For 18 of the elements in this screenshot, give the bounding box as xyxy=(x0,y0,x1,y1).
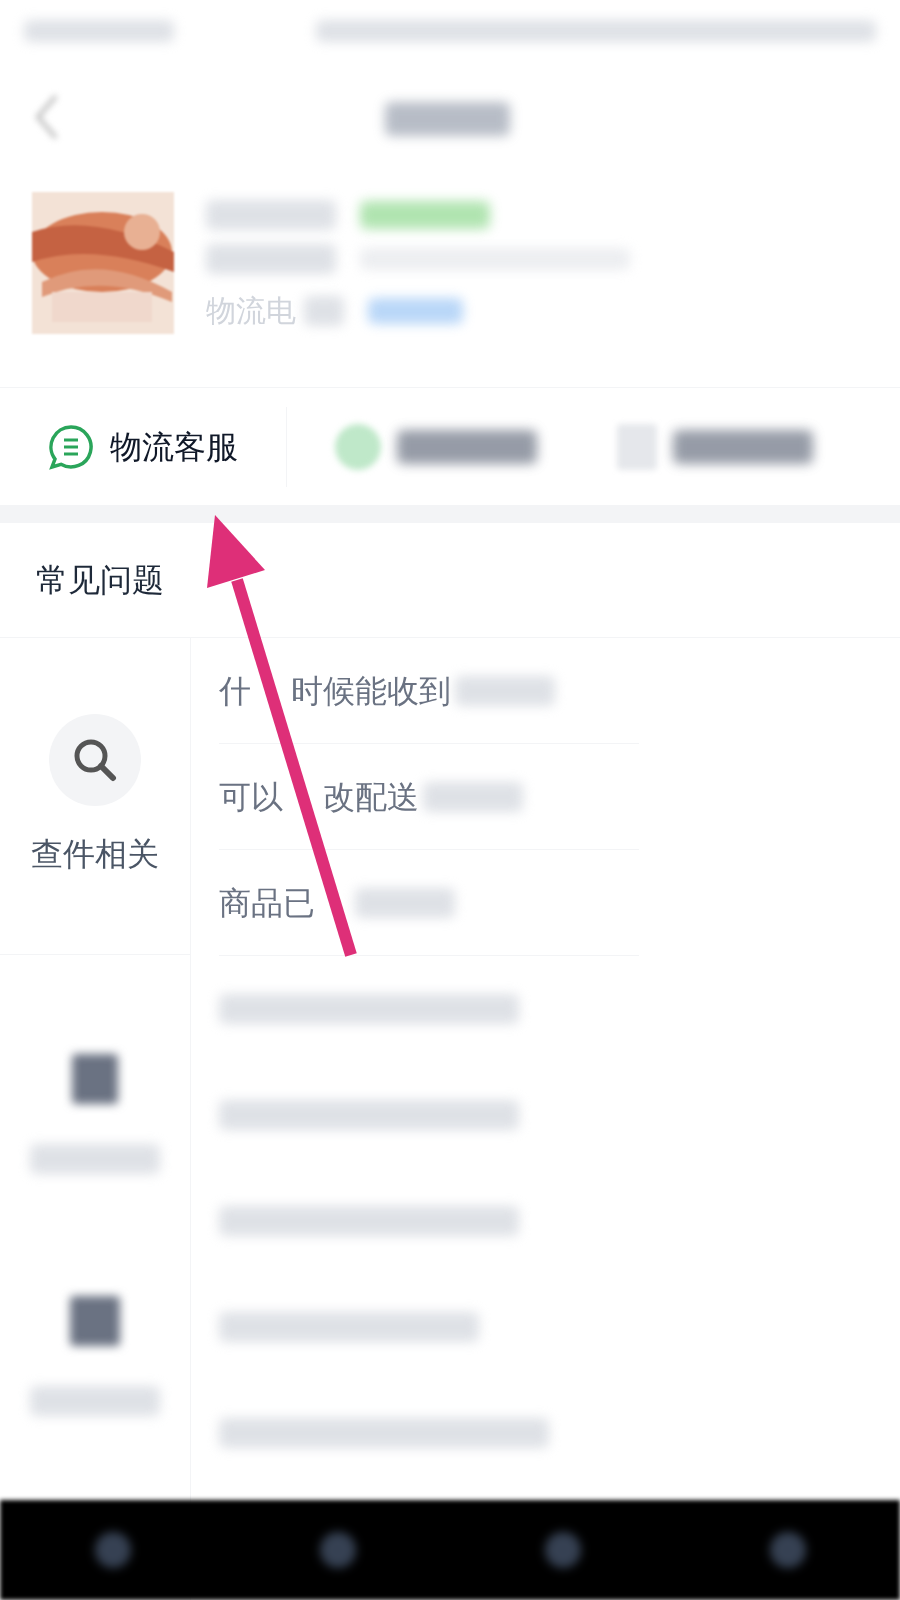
question-text[interactable]: 什 xyxy=(219,666,251,715)
category-item[interactable]: 查件相关 xyxy=(0,638,190,955)
document-icon[interactable] xyxy=(617,423,657,470)
chat-icon[interactable] xyxy=(335,423,381,470)
question-text[interactable]: 商品已 xyxy=(219,878,315,927)
nav-icon[interactable] xyxy=(319,1532,356,1568)
blurred-text xyxy=(304,295,344,326)
category-icon[interactable] xyxy=(70,1296,120,1346)
question-text[interactable]: 可以 xyxy=(219,772,283,821)
nav-icon[interactable] xyxy=(769,1532,806,1568)
question-text[interactable]: 改配送 xyxy=(323,772,419,821)
category-icon[interactable] xyxy=(72,1053,118,1104)
faq-title: 常见问题 xyxy=(36,560,164,601)
nav-icon[interactable] xyxy=(544,1532,581,1568)
nav-icon[interactable] xyxy=(94,1532,131,1568)
chat-list-icon xyxy=(48,423,94,470)
service-tab[interactable]: 物流客服 xyxy=(0,406,287,487)
question-text[interactable]: 时候能收到 xyxy=(291,666,451,715)
